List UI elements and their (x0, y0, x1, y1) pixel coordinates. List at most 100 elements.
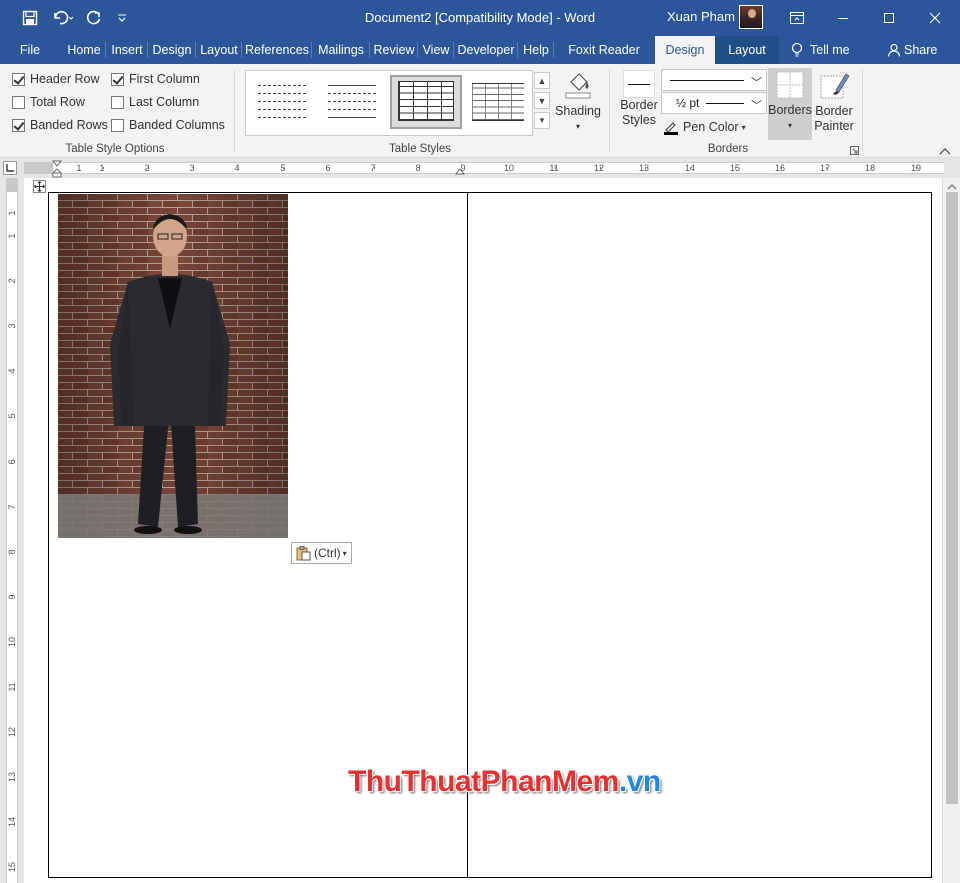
minimize-icon[interactable] (820, 0, 866, 36)
shading-button[interactable]: Shading ▾ (555, 68, 601, 134)
first-column-label: First Column (129, 72, 200, 86)
ruler-tick (735, 167, 737, 169)
pen-color-button[interactable]: Pen Color ▾ (663, 118, 746, 136)
share-button[interactable]: Share (904, 36, 938, 64)
ruler-number: 9 (7, 594, 17, 600)
borders-button[interactable]: Borders ▾ (768, 68, 812, 140)
ruler-number: 1 (7, 233, 17, 239)
tab-table-layout[interactable]: Layout (715, 36, 779, 64)
tab-home[interactable]: Home (62, 36, 106, 64)
border-style-sample (623, 70, 655, 98)
tab-view[interactable]: View (418, 36, 454, 64)
ruler-tick (283, 167, 285, 169)
vertical-scrollbar[interactable] (942, 178, 960, 883)
avatar[interactable] (739, 5, 763, 29)
banded-rows-checkbox[interactable]: Banded Rows (12, 116, 108, 134)
tab-references[interactable]: References (242, 36, 312, 64)
watermark-part-2: PhanMem (480, 765, 620, 798)
tab-mailings[interactable]: Mailings (312, 36, 370, 64)
borders-label: Borders (768, 103, 812, 117)
chevron-down-icon: ﹀ (751, 100, 762, 112)
tab-design[interactable]: Design (148, 36, 196, 64)
ruler-tick (328, 167, 330, 169)
total-row-label: Total Row (30, 95, 85, 109)
banded-columns-label: Banded Columns (129, 118, 225, 132)
table-style-plain[interactable] (250, 77, 310, 127)
save-icon[interactable] (18, 0, 42, 36)
ruler-tick (690, 167, 692, 169)
borders-dialog-launcher-icon[interactable] (850, 144, 859, 158)
borders-grid-icon (776, 71, 804, 99)
ruler-number: 2 (7, 278, 17, 284)
column-marker-icon[interactable] (454, 160, 466, 179)
ruler-number: 13 (638, 163, 650, 173)
ruler-tick (238, 167, 240, 169)
ruler-number: 11 (7, 682, 17, 692)
table-style-grid-light[interactable] (464, 77, 524, 127)
paste-options-button[interactable]: (Ctrl) ▾ (291, 542, 352, 564)
total-row-check (12, 95, 25, 109)
close-icon[interactable] (912, 0, 958, 36)
header-row-label: Header Row (30, 72, 100, 86)
table-style-options-group-label: Table Style Options (65, 143, 165, 155)
tab-file[interactable]: File (10, 36, 50, 64)
tab-developer[interactable]: Developer (454, 36, 518, 64)
gallery-scroll-down-icon[interactable]: ▼ (534, 92, 550, 109)
redo-icon[interactable] (84, 0, 104, 36)
line-style-dropdown[interactable]: ﹀ (661, 69, 767, 91)
ruler-ticks: 1 1 2 3 4 5 6 7 8 9 10 11 12 13 14 15 16… (24, 162, 944, 174)
gallery-more-icon[interactable]: ▾ (534, 112, 550, 129)
ruler-tick (599, 167, 601, 169)
ruler-number: 6 (7, 459, 17, 465)
vertical-ruler[interactable]: 1 1 2 3 4 5 6 7 8 9 10 11 12 13 14 15 (0, 178, 24, 883)
group-separator (234, 70, 235, 152)
ruler-tick (147, 167, 149, 169)
scroll-thumb[interactable] (946, 192, 958, 804)
line-weight-dropdown[interactable]: ½ pt ﹀ (661, 92, 767, 114)
lightbulb-icon[interactable] (786, 36, 808, 64)
gallery-scroll-up-icon[interactable]: ▲ (534, 72, 550, 89)
border-painter-label-1: Border (815, 104, 853, 118)
total-row-checkbox[interactable]: Total Row (12, 93, 85, 111)
ruler-tick (780, 167, 782, 169)
tab-foxit-reader-pdf[interactable]: Foxit Reader PDF (554, 36, 654, 85)
horizontal-ruler[interactable]: 1 1 2 3 4 5 6 7 8 9 10 11 12 13 14 15 16… (0, 158, 960, 178)
ribbon: Header Row First Column Total Row Last C… (0, 64, 960, 158)
ruler-number: 3 (7, 323, 17, 329)
border-styles-button[interactable]: Border Styles (616, 70, 662, 128)
tab-table-design[interactable]: Design (655, 36, 715, 64)
collapse-ribbon-icon[interactable] (939, 144, 951, 158)
tab-review[interactable]: Review (370, 36, 418, 64)
banded-columns-checkbox[interactable]: Banded Columns (111, 116, 225, 134)
tab-insert[interactable]: Insert (106, 36, 148, 64)
tab-selector-icon[interactable] (3, 161, 17, 175)
table-style-grid-selected[interactable] (390, 75, 462, 129)
title-bar: Document2 [Compatibility Mode] - Word Xu… (0, 0, 960, 36)
inserted-photo[interactable] (58, 194, 288, 538)
group-separator (609, 70, 610, 152)
line-weight-value: ½ pt (676, 96, 700, 110)
table-move-handle-icon[interactable] (33, 180, 46, 193)
header-row-checkbox[interactable]: Header Row (12, 70, 99, 88)
paste-options-label: (Ctrl) (314, 546, 341, 560)
banded-rows-label: Banded Rows (30, 118, 108, 132)
border-painter-button[interactable]: Border Painter (813, 70, 855, 134)
ruler-number: 15 (7, 862, 17, 873)
ruler-number: 14 (7, 817, 17, 828)
last-column-checkbox[interactable]: Last Column (111, 93, 199, 111)
person-icon[interactable] (884, 36, 904, 64)
maximize-icon[interactable] (866, 0, 912, 36)
ruler-tick (916, 167, 918, 169)
banded-rows-check (12, 118, 25, 132)
table-style-light[interactable] (320, 77, 380, 127)
ribbon-display-options-icon[interactable] (774, 0, 820, 36)
undo-icon[interactable] (48, 0, 78, 36)
ruler-number: 4 (7, 368, 17, 374)
user-name[interactable]: Xuan Pham (667, 0, 735, 36)
tab-layout[interactable]: Layout (196, 36, 242, 64)
tab-help[interactable]: Help (518, 36, 554, 64)
tell-me-search[interactable]: Tell me (810, 36, 862, 64)
customize-toolbar-icon[interactable] (114, 0, 130, 36)
first-column-checkbox[interactable]: First Column (111, 70, 200, 88)
watermark-part-3: .vn (618, 765, 661, 798)
